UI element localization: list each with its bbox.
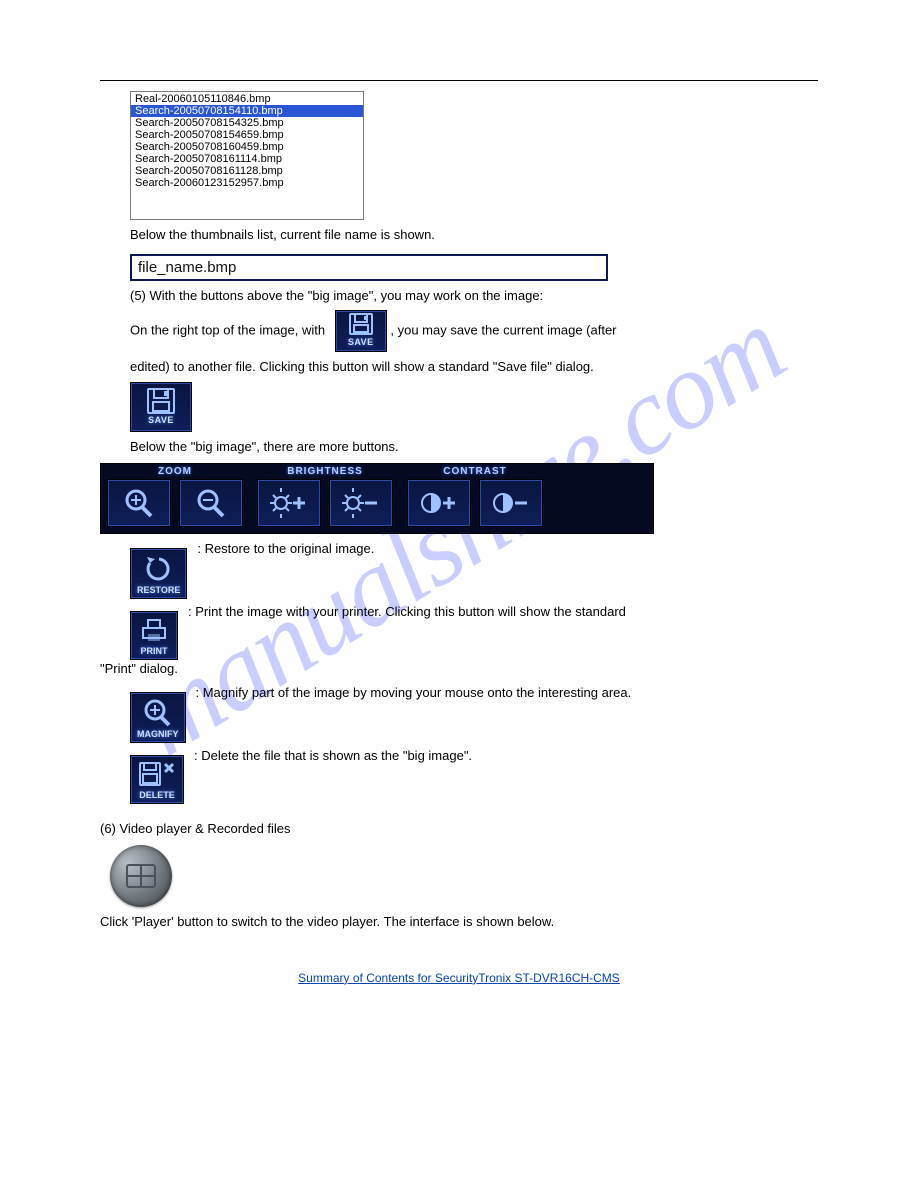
magnify-description: : Magnify part of the image by moving yo… xyxy=(196,684,819,702)
zoom-in-button[interactable] xyxy=(107,479,171,527)
save-description-row: On the right top of the image, with SAVE… xyxy=(130,310,818,352)
list-item[interactable]: Search-20050708160459.bmp xyxy=(131,141,363,153)
summary-link[interactable]: Summary of Contents for SecurityTronix S… xyxy=(298,971,620,985)
brightness-down-button[interactable] xyxy=(329,479,393,527)
save-text-c: edited) to another file. Clicking this b… xyxy=(130,358,818,376)
restore-icon xyxy=(142,553,176,583)
contrast-up-button[interactable] xyxy=(407,479,471,527)
brightness-group: BRIGHTNESS xyxy=(257,466,393,527)
print-description: : Print the image with your printer. Cli… xyxy=(188,603,818,621)
brightness-up-button[interactable] xyxy=(257,479,321,527)
image-toolbar: ZOOM xyxy=(100,463,654,534)
list-item[interactable]: Search-20050708154110.bmp xyxy=(131,105,363,117)
list-item[interactable]: Search-20050708154325.bmp xyxy=(131,117,363,129)
restore-description: : Restore to the original image. xyxy=(197,540,818,558)
file-list[interactable]: Real-20060105110846.bmp Search-200507081… xyxy=(130,91,364,220)
print-label: PRINT xyxy=(141,646,168,656)
zoom-group: ZOOM xyxy=(107,466,243,527)
save-text-b: , you may save the current image (after xyxy=(390,323,616,338)
zoom-out-button[interactable] xyxy=(179,479,243,527)
footer-link-wrap: Summary of Contents for SecurityTronix S… xyxy=(0,971,918,985)
print-dialog-text: "Print" dialog. xyxy=(100,660,818,678)
contrast-plus-icon xyxy=(417,486,461,520)
list-item[interactable]: Search-20050708161128.bmp xyxy=(131,165,363,177)
caption-below-list: Below the thumbnails list, current file … xyxy=(130,226,818,244)
section-5-intro: (5) With the buttons above the "big imag… xyxy=(130,287,818,305)
delete-label: DELETE xyxy=(139,790,175,800)
zoom-in-icon xyxy=(121,486,157,520)
restore-label: RESTORE xyxy=(137,585,180,595)
save-button[interactable]: SAVE xyxy=(335,310,387,352)
player-button[interactable] xyxy=(110,845,172,907)
magnify-label: MAGNIFY xyxy=(137,729,179,739)
print-icon xyxy=(137,616,171,644)
filename-field[interactable]: file_name.bmp xyxy=(130,254,608,281)
contrast-down-button[interactable] xyxy=(479,479,543,527)
zoom-out-icon xyxy=(193,486,229,520)
brightness-plus-icon xyxy=(267,486,311,520)
divider-top xyxy=(100,80,818,81)
delete-button[interactable]: DELETE xyxy=(130,755,184,804)
save-text-a: On the right top of the image, with xyxy=(130,323,325,338)
save-button-large[interactable]: SAVE xyxy=(130,382,192,432)
save-label: SAVE xyxy=(148,415,174,425)
contrast-group: CONTRAST xyxy=(407,466,543,527)
save-label: SAVE xyxy=(348,336,374,349)
zoom-group-label: ZOOM xyxy=(158,466,192,477)
delete-description: : Delete the file that is shown as the "… xyxy=(194,747,818,765)
section-6-heading: (6) Video player & Recorded files xyxy=(100,820,818,838)
list-item[interactable]: Real-20060105110846.bmp xyxy=(131,93,363,105)
contrast-minus-icon xyxy=(489,486,533,520)
contrast-group-label: CONTRAST xyxy=(443,466,507,477)
save-icon xyxy=(146,388,176,414)
list-item[interactable]: Search-20060123152957.bmp xyxy=(131,177,363,189)
restore-button[interactable]: RESTORE xyxy=(130,548,187,599)
below-big-image-text: Below the "big image", there are more bu… xyxy=(130,438,818,456)
magnify-button[interactable]: MAGNIFY xyxy=(130,692,186,743)
player-icon xyxy=(124,861,158,891)
list-item[interactable]: Search-20050708154659.bmp xyxy=(131,129,363,141)
brightness-minus-icon xyxy=(339,486,383,520)
print-button[interactable]: PRINT xyxy=(130,611,178,660)
brightness-group-label: BRIGHTNESS xyxy=(287,466,363,477)
delete-icon xyxy=(137,760,177,788)
list-item[interactable]: Search-20050708161114.bmp xyxy=(131,153,363,165)
magnify-icon xyxy=(141,697,175,727)
save-icon xyxy=(348,313,374,335)
player-description: Click 'Player' button to switch to the v… xyxy=(100,913,818,931)
